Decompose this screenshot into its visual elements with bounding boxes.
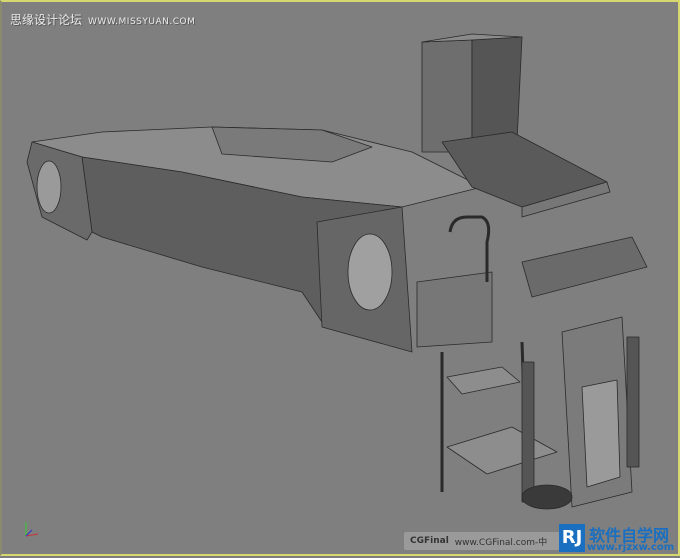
watermark-cgfinal: CGFinal www.CGFinal.com-中 <box>404 532 570 550</box>
piston-right <box>626 336 640 468</box>
left-port <box>36 160 62 214</box>
bracket-arm <box>521 236 648 298</box>
watermark-missyuan: 思缘设计论坛 WWW.MISSYUAN.COM <box>10 11 195 28</box>
3d-viewport[interactable]: 思缘设计论坛 WWW.MISSYUAN.COM CGFinal www.CGFin… <box>0 0 680 556</box>
watermark-site: WWW.MISSYUAN.COM <box>88 17 196 27</box>
chimney-front <box>421 39 473 153</box>
watermark-rjzxw: RJ 软件自学网 www.rjzxw.com <box>557 522 680 558</box>
cgfinal-text: www.CGFinal.com-中 <box>454 537 548 548</box>
mechanism-inner <box>581 379 621 488</box>
3d-model-render <box>26 33 648 510</box>
right-port <box>347 233 393 311</box>
ladder-plate <box>416 271 493 348</box>
ladder-step-2 <box>446 426 558 475</box>
watermark-cn: 思缘设计论坛 <box>10 13 83 27</box>
rjzxw-url: www.rjzxw.com <box>587 542 675 553</box>
cgfinal-logo: CGFinal <box>410 536 449 546</box>
ladder-step-1 <box>446 366 521 395</box>
wheel <box>521 484 573 510</box>
rjzxw-logo: RJ <box>559 524 585 552</box>
axis-gizmo-icon <box>25 522 39 537</box>
piston-left <box>521 361 535 503</box>
